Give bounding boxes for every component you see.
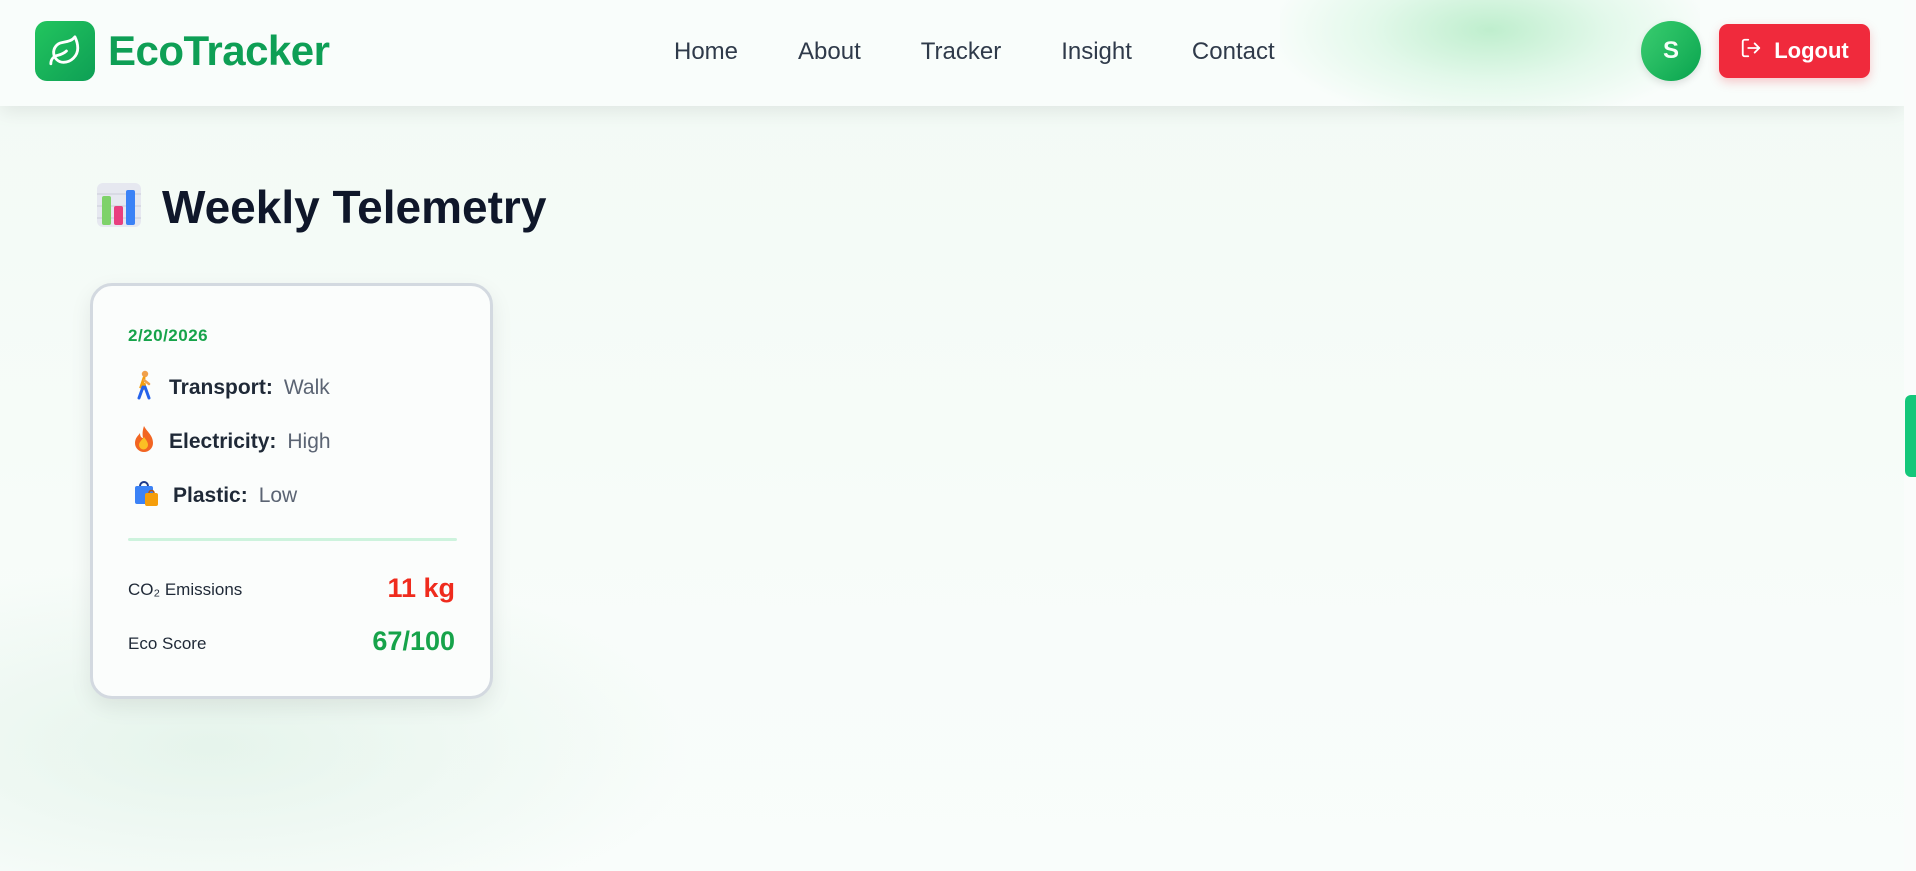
person-walking-icon bbox=[131, 370, 157, 406]
transport-row: Transport: Walk bbox=[131, 370, 330, 406]
co2-value: 11 kg bbox=[387, 573, 455, 603]
nav-contact[interactable]: Contact bbox=[1192, 36, 1275, 68]
leaf-icon bbox=[35, 21, 95, 81]
top-navbar: EcoTracker Home About Tracker Insight Co… bbox=[0, 0, 1904, 106]
plastic-row: Plastic: Low bbox=[131, 478, 297, 514]
transport-label: Transport: bbox=[169, 376, 273, 399]
electricity-label: Electricity: bbox=[169, 430, 277, 453]
nav-home[interactable]: Home bbox=[674, 36, 738, 68]
fire-icon bbox=[131, 424, 157, 460]
co2-label: CO₂ Emissions bbox=[128, 580, 243, 599]
brand-name: EcoTracker bbox=[108, 27, 330, 74]
plastic-value: Low bbox=[258, 484, 298, 507]
electricity-value: High bbox=[287, 430, 331, 453]
brand-logo[interactable]: EcoTracker bbox=[35, 21, 330, 81]
scrollbar-thumb[interactable] bbox=[1905, 395, 1916, 477]
plastic-label: Plastic: bbox=[173, 484, 248, 507]
user-avatar[interactable]: S bbox=[1641, 21, 1701, 81]
page-heading: Weekly Telemetry bbox=[162, 181, 547, 233]
logout-button[interactable]: Logout bbox=[1719, 24, 1870, 78]
card-divider bbox=[128, 538, 457, 541]
page-title: Weekly Telemetry bbox=[96, 180, 546, 234]
telemetry-card[interactable]: 2/20/2026 Transport: Walk Electricity: H… bbox=[90, 283, 493, 699]
logout-label: Logout bbox=[1774, 38, 1849, 63]
eco-score-label: Eco Score bbox=[128, 634, 207, 653]
shopping-bag-icon bbox=[131, 478, 161, 514]
bar-chart-icon bbox=[96, 182, 142, 233]
eco-score-value: 67/100 bbox=[372, 626, 455, 656]
nav-insight[interactable]: Insight bbox=[1061, 36, 1132, 68]
nav-about[interactable]: About bbox=[798, 36, 861, 68]
card-date: 2/20/2026 bbox=[128, 326, 209, 345]
nav-tracker[interactable]: Tracker bbox=[921, 36, 1001, 68]
transport-value: Walk bbox=[283, 376, 330, 399]
main-nav: Home About Tracker Insight Contact bbox=[674, 36, 1335, 68]
logout-icon bbox=[1740, 37, 1762, 65]
electricity-row: Electricity: High bbox=[131, 424, 331, 460]
